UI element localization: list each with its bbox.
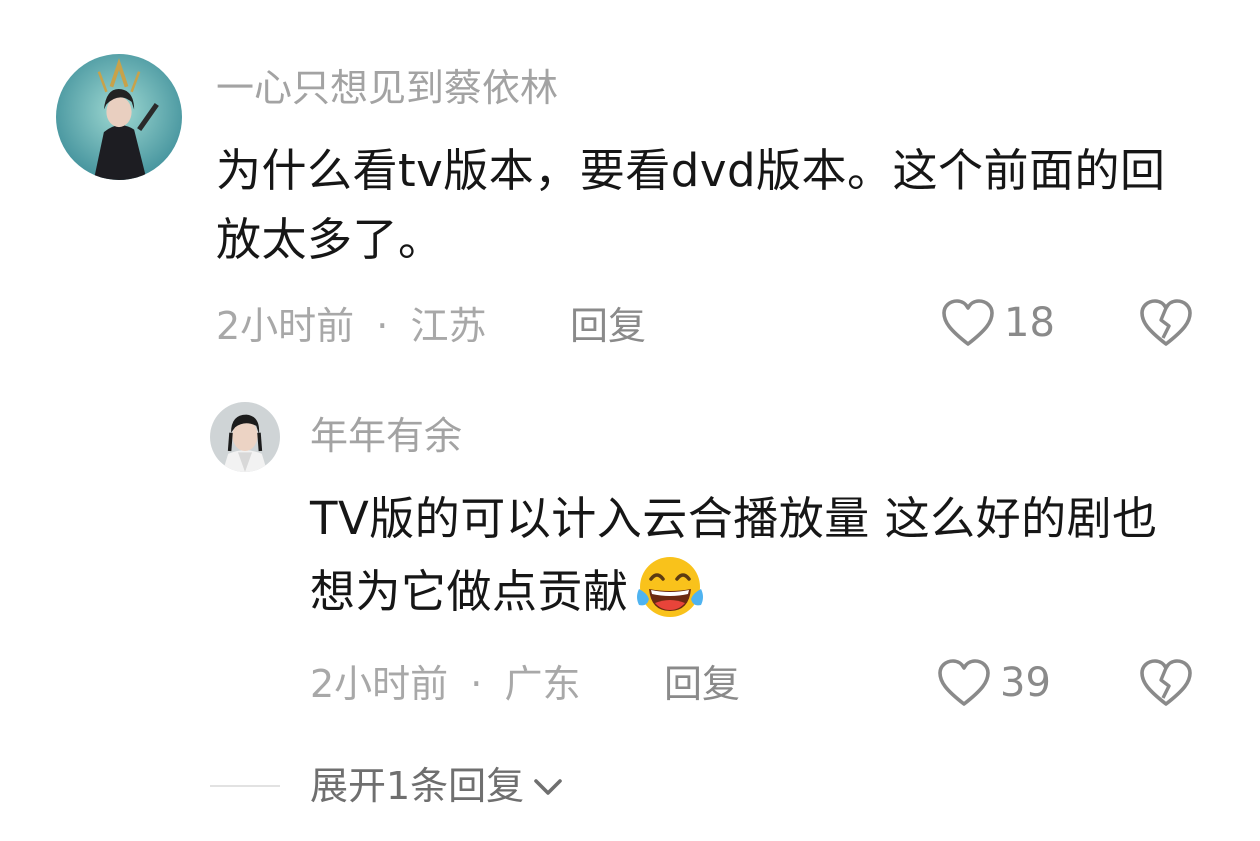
comment-username[interactable]: 一心只想见到蔡依林 xyxy=(216,66,558,110)
reply-dislike-button[interactable] xyxy=(1138,658,1194,708)
heart-outline-icon xyxy=(938,659,990,706)
comment-avatar[interactable] xyxy=(56,54,182,180)
comment-text: 为什么看tv版本，要看dvd版本。这个前面的回放太多了。 xyxy=(216,144,1166,266)
reply-avatar[interactable] xyxy=(210,402,280,472)
reply-text-body: TV版的可以计入云合播放量 这么好的剧也想为它做点贡献 xyxy=(310,492,1158,618)
reply-like-button[interactable]: 39 xyxy=(936,658,1051,708)
chevron-down-icon xyxy=(534,779,562,795)
expand-replies-label: 展开1条回复 xyxy=(310,764,525,808)
broken-heart-icon xyxy=(1140,299,1192,346)
reply-like-count: 39 xyxy=(1000,660,1051,706)
meta-separator: · xyxy=(470,662,483,706)
comment-like-button[interactable]: 18 xyxy=(940,298,1055,348)
comment-time: 2小时前 xyxy=(216,304,355,348)
avatar-woman-costume-icon xyxy=(56,54,182,180)
reply-location: 广东 xyxy=(504,662,581,706)
broken-heart-icon xyxy=(1140,659,1192,706)
comment-like-count: 18 xyxy=(1004,300,1055,346)
comment-dislike-button[interactable] xyxy=(1138,298,1194,348)
avatar-man-costume-icon xyxy=(210,402,280,472)
reply-text: TV版的可以计入云合播放量 这么好的剧也想为它做点贡献 xyxy=(310,484,1190,626)
heart-outline-icon xyxy=(942,299,994,346)
comment-reply-button[interactable]: 回复 xyxy=(570,304,646,348)
joy-tears-emoji xyxy=(636,557,703,617)
meta-separator: · xyxy=(376,304,389,348)
comment-meta: 2小时前 · 江苏 xyxy=(216,304,486,348)
comment-location: 江苏 xyxy=(410,304,487,348)
reply-meta: 2小时前 · 广东 xyxy=(310,662,580,706)
reply-reply-button[interactable]: 回复 xyxy=(664,662,740,706)
reply-time: 2小时前 xyxy=(310,662,449,706)
expand-replies-button[interactable]: 展开1条回复 xyxy=(210,764,566,808)
reply-username[interactable]: 年年有余 xyxy=(310,414,462,458)
expand-divider-line xyxy=(210,785,280,787)
